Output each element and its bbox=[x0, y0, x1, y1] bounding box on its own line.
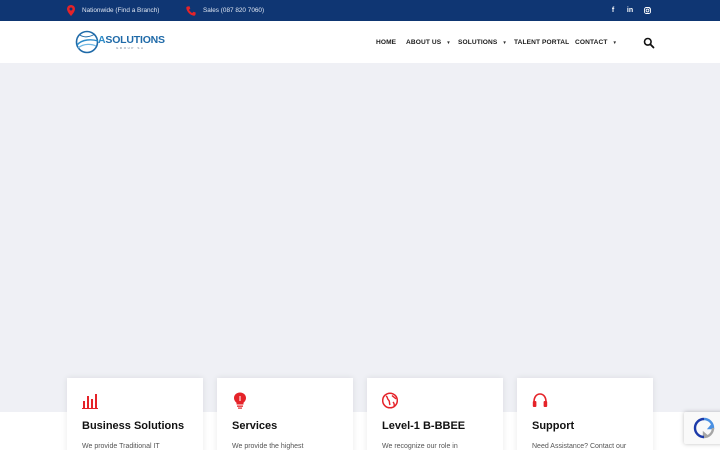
linkedin-link[interactable]: in bbox=[624, 0, 636, 21]
map-pin-icon bbox=[67, 5, 75, 16]
bar-chart-icon bbox=[82, 394, 98, 409]
phone-text: Sales (087 820 7060) bbox=[203, 7, 265, 14]
card-title: Support bbox=[532, 420, 575, 432]
logo-tagline: GROUP SA bbox=[116, 46, 145, 50]
facebook-link[interactable]: f bbox=[607, 0, 619, 21]
card-title: Services bbox=[232, 420, 278, 432]
card-text: We provide the highest bbox=[232, 443, 304, 450]
feature-card-bbbee[interactable]: Level-1 B-BBEE We recognize our role in bbox=[367, 378, 503, 450]
nav-solutions-label: SOLUTIONS bbox=[458, 38, 498, 46]
nav-talent-portal[interactable]: TALENT PORTAL bbox=[514, 21, 569, 63]
card-title: Business Solutions bbox=[82, 420, 185, 432]
top-bar: Nationwide (Find a Branch) Sales (087 82… bbox=[0, 0, 720, 21]
nav-contact[interactable]: CONTACT ▼ bbox=[575, 21, 617, 63]
nav-about-us[interactable]: ABOUT US ▼ bbox=[406, 21, 451, 63]
nav-about-us-label: ABOUT US bbox=[406, 38, 442, 46]
linkedin-icon: in bbox=[626, 7, 634, 14]
nav-home[interactable]: HOME bbox=[376, 21, 396, 63]
card-title: Level-1 B-BBEE bbox=[382, 420, 466, 432]
location-text: Nationwide (Find a Branch) bbox=[82, 7, 160, 14]
recaptcha-icon bbox=[693, 417, 715, 439]
feature-card-support[interactable]: Support Need Assistance? Contact our bbox=[517, 378, 653, 450]
search-icon bbox=[643, 37, 655, 49]
nav-solutions[interactable]: SOLUTIONS ▼ bbox=[458, 21, 507, 63]
card-text: We provide Traditional IT bbox=[82, 443, 160, 450]
globe-icon bbox=[382, 392, 398, 409]
instagram-icon bbox=[643, 7, 651, 14]
feature-card-business-solutions[interactable]: Business Solutions We provide Traditiona… bbox=[67, 378, 203, 450]
nav-contact-label: CONTACT bbox=[575, 38, 608, 46]
site-header: ASOLUTIONS GROUP SA HOME ABOUT US ▼ SOLU… bbox=[0, 21, 720, 63]
facebook-icon: f bbox=[611, 7, 615, 14]
chevron-down-icon: ▼ bbox=[446, 39, 451, 45]
headset-icon bbox=[532, 393, 548, 407]
card-text: We recognize our role in bbox=[382, 443, 458, 450]
recaptcha-badge[interactable] bbox=[684, 412, 720, 444]
lightbulb-icon bbox=[234, 392, 246, 409]
card-text: Need Assistance? Contact our bbox=[532, 443, 627, 450]
nav-home-label: HOME bbox=[376, 38, 397, 46]
phone-icon bbox=[186, 5, 196, 16]
nav-talent-portal-label: TALENT PORTAL bbox=[514, 38, 570, 46]
site-logo[interactable]: ASOLUTIONS GROUP SA bbox=[74, 29, 165, 55]
chevron-down-icon: ▼ bbox=[502, 39, 507, 45]
feature-card-services[interactable]: Services We provide the highest bbox=[217, 378, 353, 450]
search-button[interactable] bbox=[643, 36, 655, 49]
globe-logo-icon bbox=[75, 30, 99, 54]
hero-banner bbox=[0, 63, 720, 412]
instagram-link[interactable] bbox=[641, 0, 653, 21]
logo-wordmark: ASOLUTIONS bbox=[98, 34, 165, 46]
chevron-down-icon: ▼ bbox=[612, 39, 618, 45]
branch-locator-link[interactable]: Nationwide (Find a Branch) bbox=[67, 0, 159, 21]
sales-phone-link[interactable]: Sales (087 820 7060) bbox=[186, 0, 264, 21]
